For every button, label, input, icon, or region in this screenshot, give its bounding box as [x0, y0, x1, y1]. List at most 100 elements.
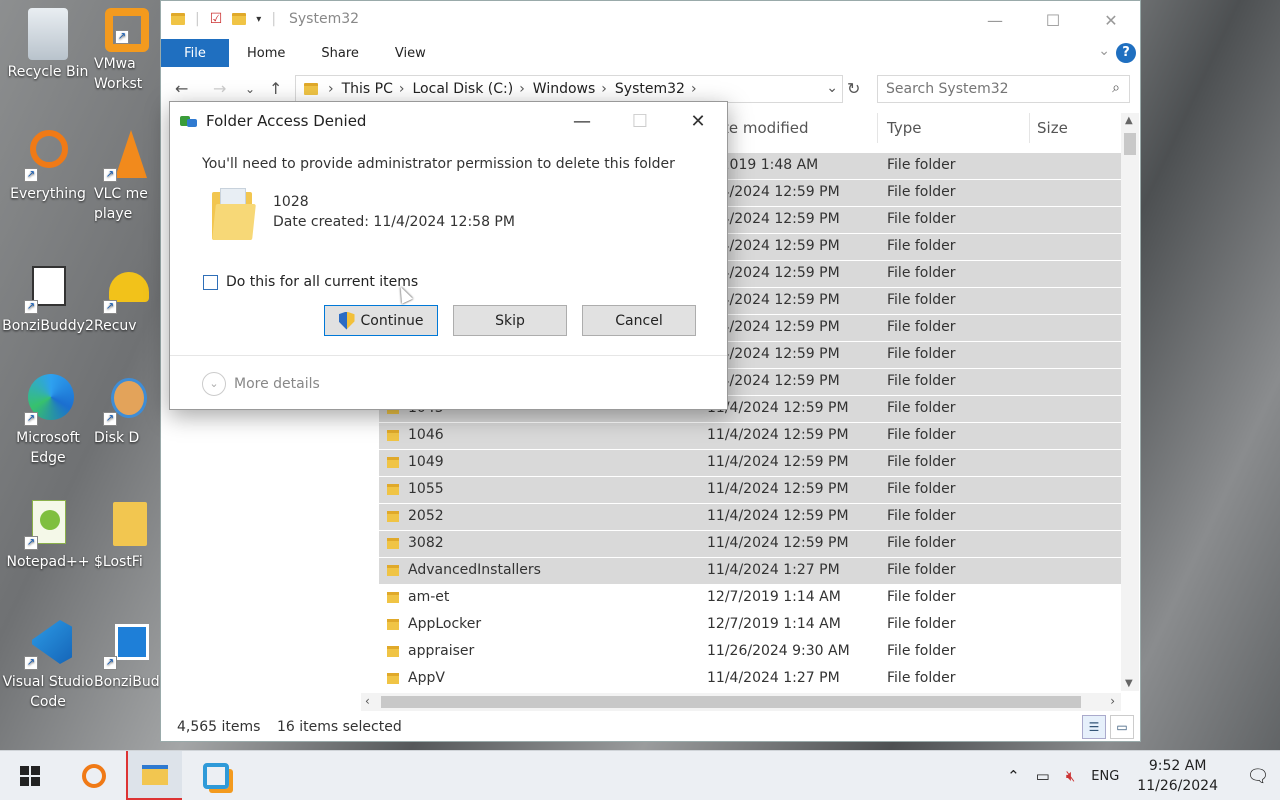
breadcrumb-separator-icon[interactable]: ›: [601, 81, 607, 97]
table-row[interactable]: AppV 11/4/2024 1:27 PM File folder: [379, 666, 1121, 693]
everything-search-icon: ↗: [22, 130, 74, 182]
dialog-divider: [170, 355, 727, 356]
table-row[interactable]: 3082 11/4/2024 12:59 PM File folder: [379, 531, 1121, 558]
horizontal-scrollbar[interactable]: ‹ ›: [361, 693, 1121, 711]
dialog-minimize-button[interactable]: —: [553, 102, 611, 140]
clock[interactable]: 9:52 AM 11/26/2024: [1137, 756, 1218, 796]
minimize-button[interactable]: —: [966, 1, 1024, 39]
address-dropdown-chevron-icon[interactable]: ⌄: [826, 80, 838, 96]
vertical-scrollbar[interactable]: ▲ ▼: [1121, 113, 1139, 691]
maximize-button[interactable]: ☐: [1024, 1, 1082, 39]
input-language[interactable]: ENG: [1091, 769, 1119, 784]
breadcrumb-this-pc[interactable]: This PC: [342, 81, 393, 97]
refresh-icon[interactable]: ↻: [847, 79, 860, 98]
dialog-close-button[interactable]: ✕: [669, 102, 727, 140]
breadcrumb-windows[interactable]: Windows: [533, 81, 596, 97]
column-size[interactable]: Size: [1037, 119, 1068, 137]
recent-locations-chevron-icon[interactable]: ⌄: [245, 82, 255, 96]
up-arrow-icon[interactable]: ↑: [269, 79, 282, 98]
expand-ribbon-chevron-icon[interactable]: ⌄: [1098, 43, 1110, 59]
table-row[interactable]: am-et 12/7/2019 1:14 AM File folder: [379, 585, 1121, 612]
breadcrumb-separator-icon[interactable]: ›: [399, 81, 405, 97]
tab-share[interactable]: Share: [303, 46, 377, 61]
breadcrumb-system32[interactable]: System32: [615, 81, 685, 97]
desktop-icon-vmware[interactable]: ↗ VMwa Workst: [94, 8, 160, 94]
file-type: File folder: [887, 400, 956, 416]
show-hidden-icons-chevron-icon[interactable]: ⌃: [1007, 767, 1020, 785]
taskbar-file-explorer[interactable]: [126, 751, 182, 800]
table-row[interactable]: 1055 11/4/2024 12:59 PM File folder: [379, 477, 1121, 504]
desktop-icon-vscode[interactable]: ↗ Visual Studio Code: [0, 618, 96, 712]
status-bar: 4,565 items 16 items selected ☰ ▭: [161, 715, 1140, 741]
bonzibuddy-window-icon: ↗: [22, 262, 74, 314]
file-name: AppV: [408, 670, 445, 686]
desktop-icon-everything[interactable]: ↗ Everything: [0, 130, 96, 204]
breadcrumb-local-disk[interactable]: Local Disk (C:): [413, 81, 514, 97]
forward-arrow-icon[interactable]: →: [213, 79, 226, 98]
file-type: File folder: [887, 157, 956, 173]
notification-center-icon[interactable]: 🗨︎: [1236, 766, 1280, 787]
file-type: File folder: [887, 481, 956, 497]
table-row[interactable]: AdvancedInstallers 11/4/2024 1:27 PM File …: [379, 558, 1121, 585]
close-button[interactable]: ✕: [1082, 1, 1140, 39]
table-row[interactable]: appraiser 11/26/2024 9:30 AM File folder: [379, 639, 1121, 666]
scroll-right-arrow-icon[interactable]: ›: [1110, 694, 1115, 708]
help-icon[interactable]: ?: [1116, 43, 1136, 63]
scroll-up-arrow-icon[interactable]: ▲: [1125, 115, 1133, 126]
column-divider[interactable]: [1029, 113, 1030, 143]
scroll-down-arrow-icon[interactable]: ▼: [1125, 678, 1133, 689]
tab-view[interactable]: View: [377, 46, 444, 61]
table-row[interactable]: 1049 11/4/2024 12:59 PM File folder: [379, 450, 1121, 477]
column-divider[interactable]: [877, 113, 878, 143]
taskbar-everything[interactable]: [66, 751, 122, 800]
column-date-modified[interactable]: te modified: [723, 119, 809, 137]
folder-icon: [387, 565, 399, 576]
continue-button[interactable]: Continue: [324, 305, 438, 336]
desktop-icon-notepadpp[interactable]: ↗ Notepad++: [0, 498, 96, 572]
desktop-icon-disk-drill[interactable]: ↗ Disk D: [94, 374, 160, 448]
file-name: 1046: [408, 427, 444, 443]
search-input[interactable]: [877, 75, 1130, 103]
desktop-icon-bonzibuddy[interactable]: ↗ BonziBud: [94, 618, 160, 692]
tab-home[interactable]: Home: [229, 46, 303, 61]
clock-date: 11/26/2024: [1137, 778, 1218, 794]
table-row[interactable]: 2052 11/4/2024 12:59 PM File folder: [379, 504, 1121, 531]
desktop-icon-bonzibuddy2[interactable]: ↗ BonziBuddy2: [0, 262, 96, 336]
breadcrumb-separator-icon[interactable]: ›: [691, 81, 697, 97]
address-bar[interactable]: › This PC › Local Disk (C:) › Windows › …: [295, 75, 843, 103]
breadcrumb-separator-icon[interactable]: ›: [328, 81, 334, 97]
desktop-icon-vlc[interactable]: ↗ VLC me playe: [94, 130, 160, 224]
volume-muted-icon[interactable]: 🔇︎: [1066, 767, 1075, 785]
table-row[interactable]: AppLocker 12/7/2019 1:14 AM File folder: [379, 612, 1121, 639]
column-type[interactable]: Type: [887, 119, 921, 137]
scroll-left-arrow-icon[interactable]: ‹: [365, 694, 370, 708]
start-button[interactable]: [2, 751, 58, 800]
horizontal-scroll-thumb[interactable]: [381, 696, 1081, 708]
customize-toolbar-chevron-icon[interactable]: ▾: [256, 14, 261, 25]
recycle-bin-icon: [28, 8, 68, 60]
file-type: File folder: [887, 184, 956, 200]
details-view-icon[interactable]: ☰: [1082, 715, 1106, 739]
skip-button[interactable]: Skip: [453, 305, 567, 336]
large-icons-view-icon[interactable]: ▭: [1110, 715, 1134, 739]
taskbar-vmware[interactable]: [188, 751, 244, 800]
breadcrumb-separator-icon[interactable]: ›: [519, 81, 525, 97]
desktop-icon-recuva[interactable]: ↗ Recuv: [94, 262, 160, 336]
desktop-icon-lostfiles[interactable]: $LostFi: [94, 498, 160, 572]
properties-icon[interactable]: ☑: [210, 11, 223, 27]
vertical-scroll-thumb[interactable]: [1124, 133, 1136, 155]
vmware-icon: ↗: [105, 8, 149, 52]
table-row[interactable]: 1046 11/4/2024 12:59 PM File folder: [379, 423, 1121, 450]
back-arrow-icon[interactable]: ←: [175, 79, 188, 98]
more-details-toggle[interactable]: ⌄ More details: [202, 372, 320, 396]
network-icon[interactable]: ▭: [1036, 767, 1050, 785]
file-type: File folder: [887, 265, 956, 281]
cancel-button[interactable]: Cancel: [582, 305, 696, 336]
desktop-icon-edge[interactable]: ↗ Microsoft Edge: [0, 374, 96, 468]
new-folder-icon[interactable]: [232, 13, 247, 25]
search-icon[interactable]: ⌕: [1112, 80, 1120, 96]
desktop-icon-recycle-bin[interactable]: Recycle Bin: [0, 8, 96, 82]
apply-to-all-checkbox[interactable]: [203, 275, 218, 290]
tab-file[interactable]: File: [161, 39, 229, 67]
apply-to-all-label[interactable]: Do this for all current items: [226, 274, 418, 290]
